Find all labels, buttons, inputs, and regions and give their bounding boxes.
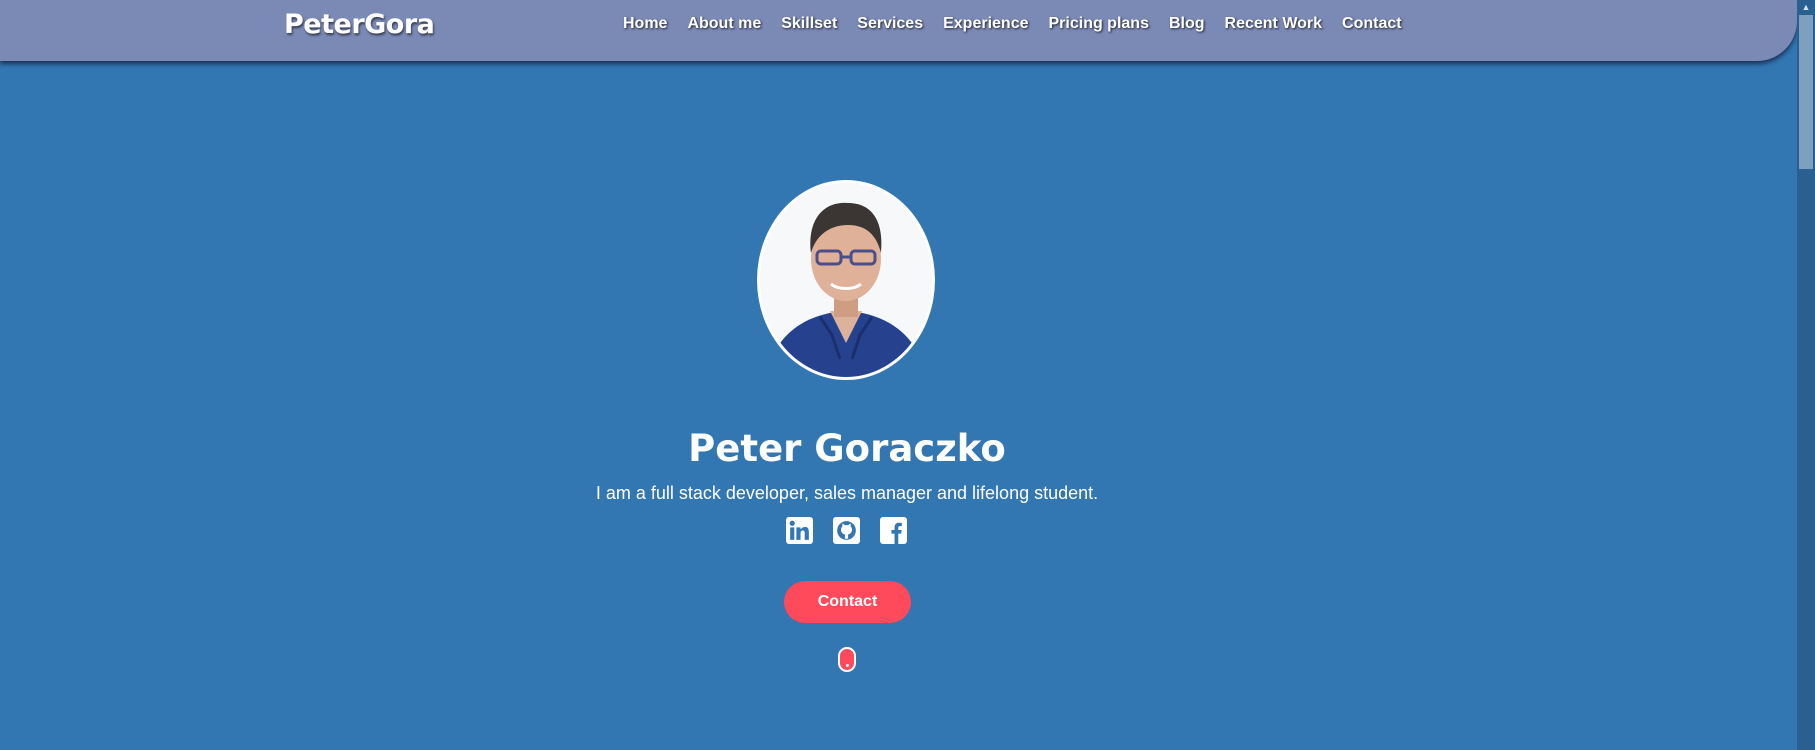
profile-photo <box>760 183 932 377</box>
hero-tagline: I am a full stack developer, sales manag… <box>595 483 1099 503</box>
nav-menu: Home About me Skillset Services Experien… <box>623 15 1402 37</box>
scrollbar-thumb[interactable] <box>1799 15 1813 169</box>
facebook-icon[interactable] <box>880 517 907 544</box>
nav-link-home[interactable]: Home <box>623 15 667 37</box>
vertical-scrollbar[interactable]: ▲ <box>1797 0 1815 750</box>
nav-link-experience[interactable]: Experience <box>943 15 1028 37</box>
scroll-down-indicator[interactable] <box>838 647 856 672</box>
site-logo[interactable]: PeterGora <box>284 9 435 40</box>
nav-link-services[interactable]: Services <box>857 15 923 37</box>
top-navbar: PeterGora Home About me Skillset Service… <box>0 0 1797 61</box>
nav-link-about[interactable]: About me <box>687 15 761 37</box>
profile-avatar <box>757 180 935 380</box>
nav-link-pricing[interactable]: Pricing plans <box>1049 15 1149 37</box>
github-icon[interactable] <box>833 517 860 544</box>
hero-section: Peter Goraczko I am a full stack develop… <box>0 0 1797 750</box>
hero-name: Peter Goraczko <box>688 426 1006 470</box>
nav-link-recent-work[interactable]: Recent Work <box>1225 15 1323 37</box>
scroll-up-arrow-icon[interactable]: ▲ <box>1797 0 1815 14</box>
social-links <box>786 517 907 544</box>
linkedin-icon[interactable] <box>786 517 813 544</box>
nav-link-blog[interactable]: Blog <box>1169 15 1205 37</box>
nav-link-contact[interactable]: Contact <box>1342 15 1402 37</box>
contact-button[interactable]: Contact <box>784 581 911 623</box>
nav-link-skillset[interactable]: Skillset <box>781 15 837 37</box>
